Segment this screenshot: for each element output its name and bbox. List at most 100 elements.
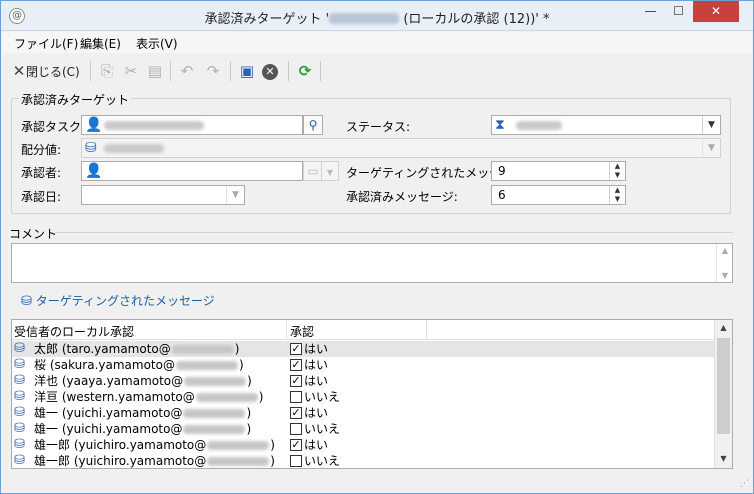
spin-up-icon[interactable]: ▲ <box>609 186 625 195</box>
approval-label: いいえ <box>304 390 341 404</box>
table-row[interactable]: ⛁ 雄一 (yuichi.yamamoto@) いいえ <box>12 421 715 437</box>
recipient-name-end: ) <box>247 374 252 388</box>
approved-messages-label: 承認済みメッセージ: <box>346 190 458 204</box>
approval-checkbox[interactable] <box>290 391 302 403</box>
task-field[interactable]: 👤 <box>81 115 303 135</box>
approval-checkbox[interactable]: ✓ <box>290 375 302 387</box>
menu-view[interactable]: 表示(V) <box>136 35 178 52</box>
targeted-messages-spinner[interactable]: 9 ▲ ▼ <box>491 161 626 181</box>
approved-messages-spinner[interactable]: 6 ▲ ▼ <box>491 185 626 205</box>
approver-field[interactable]: 👤 <box>81 161 303 181</box>
approval-checkbox[interactable]: ✓ <box>290 439 302 451</box>
spin-down-icon[interactable]: ▼ <box>609 195 625 204</box>
task-search-button[interactable]: ⚲ <box>303 115 323 135</box>
targeted-messages-link[interactable]: ⛁ ターゲティングされたメッセージ <box>21 292 215 309</box>
table-row[interactable]: ⛁ 雄一 (yuichi.yamamoto@) ✓ はい <box>12 405 715 421</box>
recipient-icon: ⛁ <box>14 389 25 404</box>
list-header: 受信者のローカル承認 承認 <box>12 320 714 340</box>
approval-checkbox[interactable]: ✓ <box>290 343 302 355</box>
chevron-down-icon[interactable]: ▼ <box>702 139 720 157</box>
recipient-name-prefix: 桜 (sakura.yamamoto@ <box>34 358 175 372</box>
recipient-name-end: ) <box>270 454 275 468</box>
scroll-thumb[interactable] <box>717 338 730 434</box>
cut-button[interactable]: ✂ <box>122 61 140 81</box>
column-separator[interactable] <box>286 320 287 340</box>
resize-grip-icon[interactable]: ⋰ <box>740 479 749 489</box>
table-row[interactable]: ⛁ 桜 (sakura.yamamoto@) ✓ はい <box>12 357 715 373</box>
redacted-task-name <box>104 121 204 130</box>
save-icon: ▣ <box>239 62 255 80</box>
comment-textarea[interactable]: ▲ ▼ <box>11 243 733 283</box>
task-user-icon: 👤 <box>85 117 103 133</box>
cancel-button[interactable]: ✕ <box>262 61 278 81</box>
approver-dropdown-button[interactable]: ▼ <box>321 161 339 181</box>
scroll-down-icon[interactable]: ▼ <box>715 454 732 463</box>
toolbar-separator <box>230 61 231 81</box>
distribution-label: 配分値: <box>21 143 62 157</box>
title-bar[interactable]: @ 承認済みターゲット ' (ローカルの承認 (12))' * — ☐ ✕ <box>1 1 753 31</box>
approval-date-field[interactable]: ▼ <box>81 185 245 205</box>
approval-checkbox[interactable]: ✓ <box>290 407 302 419</box>
menu-bar: ファイル(F) 編集(E) 表示(V) <box>2 32 752 53</box>
copy-icon: ⎘ <box>100 62 113 80</box>
undo-icon: ↶ <box>180 62 194 80</box>
comment-label: コメント <box>9 227 58 241</box>
refresh-button[interactable]: ⟳ <box>296 61 314 81</box>
minimize-button[interactable]: — <box>637 1 664 22</box>
approval-label: いいえ <box>304 422 341 436</box>
table-row[interactable]: ⛁ 雄一郎 (yuichiro.yamamoto@) ✓ はい <box>12 437 715 453</box>
column-header-approval[interactable]: 承認 <box>290 323 314 340</box>
recipient-name-end: ) <box>234 342 240 356</box>
table-row[interactable]: ⛁ 洋亘 (western.yamamoto@) いいえ <box>12 389 715 405</box>
list-scrollbar[interactable]: ▲ ▼ <box>714 320 732 468</box>
recipient-name: 太郎 (taro.yamamoto@) <box>34 341 239 357</box>
approved-target-window: @ 承認済みターゲット ' (ローカルの承認 (12))' * — ☐ ✕ ファ… <box>0 0 754 494</box>
recipient-name-prefix: 雄一 (yuichi.yamamoto@ <box>34 422 183 436</box>
menu-edit[interactable]: 編集(E) <box>80 35 121 52</box>
chevron-down-icon: ▼ <box>326 168 334 177</box>
paste-button[interactable]: ▤ <box>146 61 164 81</box>
recipient-name: 洋也 (yaaya.yamamoto@) <box>34 373 252 389</box>
window-title-suffix: (ローカルの承認 (12))' * <box>399 12 550 27</box>
recipient-name: 雄一郎 (yuichiro.yamamoto@) <box>34 437 275 453</box>
approver-browse-button[interactable]: ▭ <box>303 161 323 181</box>
maximize-button[interactable]: ☐ <box>665 1 692 22</box>
approval-label: はい <box>304 438 329 452</box>
scroll-up-icon[interactable]: ▲ <box>715 323 732 332</box>
table-row[interactable]: ⛁ 太郎 (taro.yamamoto@) ✓ はい <box>12 341 715 357</box>
recipient-approval-list[interactable]: 受信者のローカル承認 承認 ⛁ 太郎 (taro.yamamoto@) ✓ はい ⛁ 桜 … <box>11 319 733 469</box>
chevron-down-icon[interactable]: ▼ <box>226 186 244 204</box>
scroll-down-icon[interactable]: ▼ <box>717 271 733 280</box>
copy-button[interactable]: ⎘ <box>98 61 116 81</box>
spin-up-icon[interactable]: ▲ <box>609 162 625 171</box>
toolbar-separator <box>288 61 289 81</box>
close-window-button[interactable]: ✕ <box>693 1 739 22</box>
column-header-recipient[interactable]: 受信者のローカル承認 <box>14 323 134 340</box>
approval-checkbox[interactable]: ✓ <box>290 359 302 371</box>
comment-scrollbar[interactable]: ▲ ▼ <box>716 244 732 282</box>
close-button-label: 閉じる(C) <box>26 65 80 79</box>
save-button[interactable]: ▣ <box>238 61 256 81</box>
spin-down-icon[interactable]: ▼ <box>609 171 625 180</box>
recipient-name: 桜 (sakura.yamamoto@) <box>34 357 244 373</box>
close-button[interactable]: ✕閉じる(C) <box>12 61 80 81</box>
redo-button[interactable]: ↷ <box>204 61 222 81</box>
recipient-name: 洋亘 (western.yamamoto@) <box>34 389 263 405</box>
undo-button[interactable]: ↶ <box>178 61 196 81</box>
chevron-down-icon[interactable]: ▼ <box>702 116 720 134</box>
distribution-field[interactable]: ⛁ ▼ <box>81 138 721 158</box>
approval-label: はい <box>304 406 329 420</box>
table-row[interactable]: ⛁ 雄一郎 (yuichiro.yamamoto@) いいえ <box>12 453 715 468</box>
recipient-name-end: ) <box>246 406 252 420</box>
menu-file[interactable]: ファイル(F) <box>14 35 78 52</box>
table-row[interactable]: ⛁ 洋也 (yaaya.yamamoto@) ✓ はい <box>12 373 715 389</box>
scroll-up-icon[interactable]: ▲ <box>717 246 733 255</box>
folder-icon: ▭ <box>307 164 319 178</box>
column-separator[interactable] <box>426 320 427 340</box>
approval-checkbox[interactable] <box>290 455 302 467</box>
recipient-name-end: ) <box>258 390 264 404</box>
toolbar: ✕閉じる(C) ⎘ ✂ ▤ ↶ ↷ ▣ ✕ ⟳ <box>2 57 752 85</box>
redacted-email-domain <box>183 425 246 434</box>
status-select[interactable]: ⧗ ▼ <box>491 115 721 135</box>
approval-checkbox[interactable] <box>290 423 302 435</box>
